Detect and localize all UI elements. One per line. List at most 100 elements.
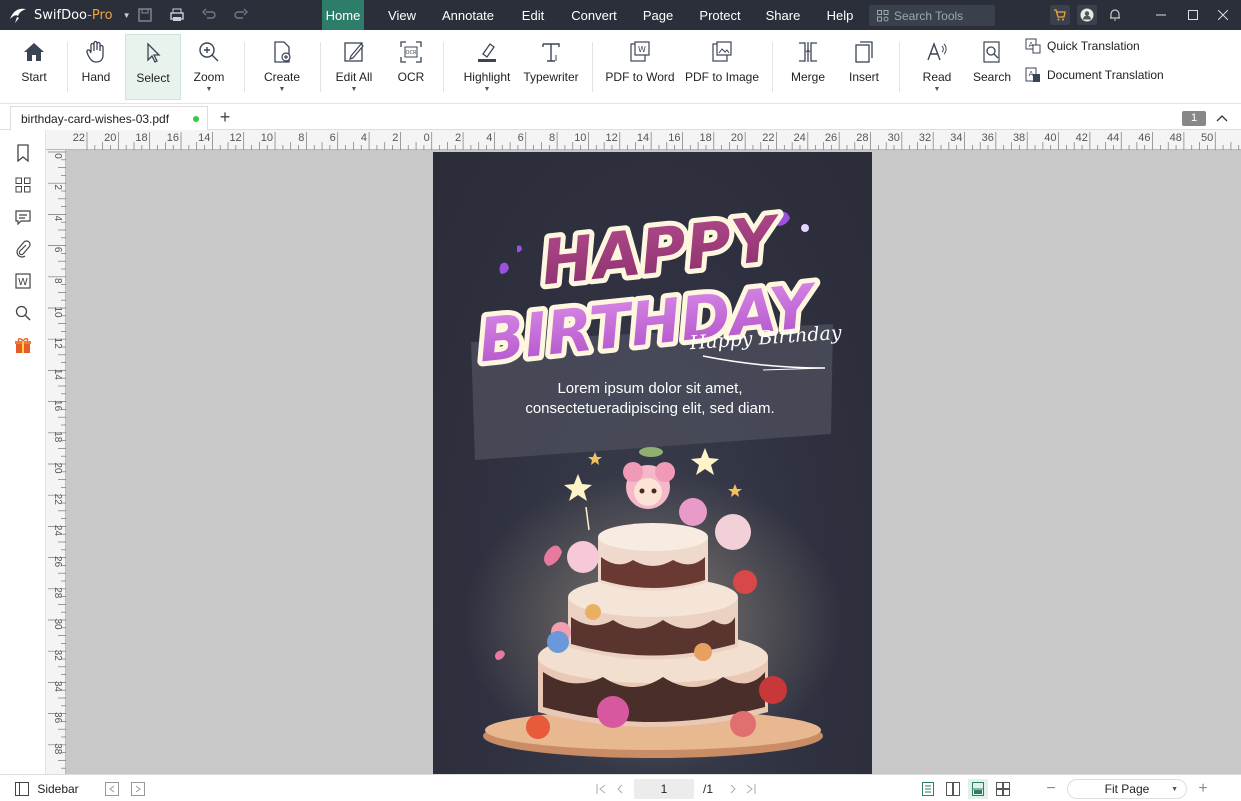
ruler-label: 36 <box>982 132 994 144</box>
save-icon[interactable] <box>136 6 154 24</box>
document-tab[interactable]: birthday-card-wishes-03.pdf <box>10 106 208 130</box>
menu-edit[interactable]: Edit <box>515 0 551 30</box>
highlight-button[interactable]: Highlight ▼ <box>460 34 514 100</box>
pdf-to-image-button[interactable]: PDF to Image <box>684 34 760 100</box>
ruler-label: 10 <box>574 132 586 144</box>
redo-icon[interactable] <box>232 6 250 24</box>
edit-all-dropdown-icon: ▼ <box>350 86 358 93</box>
ruler-label: 38 <box>52 743 63 755</box>
quick-translation-button[interactable]: A Quick Translation <box>1025 36 1140 56</box>
pdf-page[interactable]: HAPPY HAPPY BIRTHDAY BIRTHDAY Happy Birt… <box>433 152 872 774</box>
merge-button[interactable]: Merge <box>788 34 828 100</box>
status-bar: Sidebar 1 /1 − Fit Page ▼ + <box>0 774 1241 801</box>
hand-tool-button[interactable]: Hand <box>76 34 116 100</box>
page-total: /1 <box>702 782 713 796</box>
first-page-icon[interactable] <box>594 779 608 799</box>
horizontal-ruler: 22 20 18 16 14 12 10 8 6 4 2 0 2 4 6 8 10 12 14 16 18 20 22 24 2… <box>46 130 1241 150</box>
edit-all-button[interactable]: Edit All ▼ <box>332 34 376 100</box>
two-page-view-icon[interactable] <box>945 779 961 799</box>
start-button[interactable]: Start <box>14 34 54 100</box>
ribbon-toolbar: Start Hand Select Zoom ▼ Create ▼ Edit A… <box>0 30 1241 104</box>
ruler-label: 32 <box>919 132 931 144</box>
hand-icon <box>81 38 111 66</box>
word-icon[interactable]: W <box>12 270 34 292</box>
next-view-icon[interactable] <box>130 779 146 799</box>
bookmark-icon[interactable] <box>12 142 34 164</box>
menu-annotate[interactable]: Annotate <box>440 0 496 30</box>
chevron-down-icon: ▼ <box>122 10 131 20</box>
ruler-label: 22 <box>73 132 85 144</box>
menu-convert[interactable]: Convert <box>568 0 620 30</box>
insert-button[interactable]: Insert <box>844 34 884 100</box>
menu-page[interactable]: Page <box>638 0 678 30</box>
menu-view[interactable]: View <box>382 0 422 30</box>
user-icon[interactable] <box>1077 5 1097 25</box>
search-doc-icon <box>977 38 1007 66</box>
ruler-label: 20 <box>104 132 116 144</box>
comment-icon[interactable] <box>12 206 34 228</box>
pdf-to-word-icon: W <box>625 38 655 66</box>
thumbnails-icon[interactable] <box>12 174 34 196</box>
close-button[interactable] <box>1205 0 1241 30</box>
print-icon[interactable] <box>168 6 186 24</box>
prev-page-icon[interactable] <box>613 779 627 799</box>
create-button[interactable]: Create ▼ <box>262 34 302 100</box>
read-button[interactable]: Read ▼ <box>917 34 957 100</box>
search-label: Search <box>972 70 1012 84</box>
ruler-label: 6 <box>330 132 336 144</box>
highlight-label: Highlight <box>463 70 511 84</box>
ruler-label: 30 <box>888 132 900 144</box>
ruler-label: 26 <box>825 132 837 144</box>
sidebar-label[interactable]: Sidebar <box>36 779 80 799</box>
gift-icon[interactable] <box>12 334 34 356</box>
document-canvas[interactable]: HAPPY HAPPY BIRTHDAY BIRTHDAY Happy Birt… <box>66 150 1241 774</box>
zoom-value: Fit Page <box>1104 782 1150 796</box>
typewriter-button[interactable]: Typewriter <box>522 34 580 100</box>
confetti-heart <box>776 211 790 226</box>
previous-view-icon[interactable] <box>104 779 120 799</box>
new-tab-button[interactable]: + <box>216 108 234 126</box>
cart-icon[interactable] <box>1050 5 1070 25</box>
last-page-icon[interactable] <box>744 779 758 799</box>
app-menu[interactable]: SwifDoo-Pro ▼ <box>8 0 130 30</box>
ocr-button[interactable]: OCR OCR <box>393 34 429 100</box>
ruler-label: 46 <box>1138 132 1150 144</box>
next-page-icon[interactable] <box>726 779 740 799</box>
ruler-label: 28 <box>52 587 63 599</box>
ruler-label: 18 <box>52 431 63 443</box>
merge-icon <box>793 38 823 66</box>
zoom-button[interactable]: Zoom ▼ <box>189 34 229 100</box>
continuous-view-icon[interactable] <box>968 779 988 799</box>
pdf-to-image-icon <box>707 38 737 66</box>
zoom-select[interactable]: Fit Page ▼ <box>1067 779 1187 799</box>
ocr-icon: OCR <box>396 38 426 66</box>
search-button[interactable]: Search <box>971 34 1013 100</box>
insert-label: Insert <box>848 70 879 84</box>
create-dropdown-icon: ▼ <box>278 86 286 93</box>
zoom-in-button[interactable]: + <box>1195 779 1211 799</box>
menu-home[interactable]: Home <box>322 0 364 30</box>
undo-icon[interactable] <box>200 6 218 24</box>
ruler-label: 40 <box>1044 132 1056 144</box>
select-tool-button[interactable]: Select <box>125 34 181 100</box>
ruler-label: 34 <box>52 681 63 693</box>
single-page-view-icon[interactable] <box>920 779 936 799</box>
attachment-icon[interactable] <box>12 238 34 260</box>
menu-share[interactable]: Share <box>762 0 804 30</box>
zoom-out-button[interactable]: − <box>1043 779 1059 799</box>
document-translation-button[interactable]: A Document Translation <box>1025 65 1164 85</box>
search-icon[interactable] <box>12 302 34 324</box>
svg-text:A: A <box>1029 70 1034 78</box>
bell-icon[interactable] <box>1106 6 1124 24</box>
two-page-continuous-icon[interactable] <box>995 779 1011 799</box>
menu-protect[interactable]: Protect <box>695 0 745 30</box>
pdf-to-word-button[interactable]: W PDF to Word <box>605 34 675 100</box>
sidebar-toggle-icon[interactable] <box>12 779 32 799</box>
menu-help[interactable]: Help <box>822 0 858 30</box>
search-tools-input[interactable]: Search Tools <box>869 5 995 26</box>
collapse-ribbon-icon[interactable] <box>1216 112 1230 124</box>
ruler-label: 8 <box>298 132 304 144</box>
left-sidebar: W <box>0 130 46 774</box>
page-number-input[interactable]: 1 <box>634 779 694 799</box>
page-count-badge: 1 <box>1182 111 1206 126</box>
